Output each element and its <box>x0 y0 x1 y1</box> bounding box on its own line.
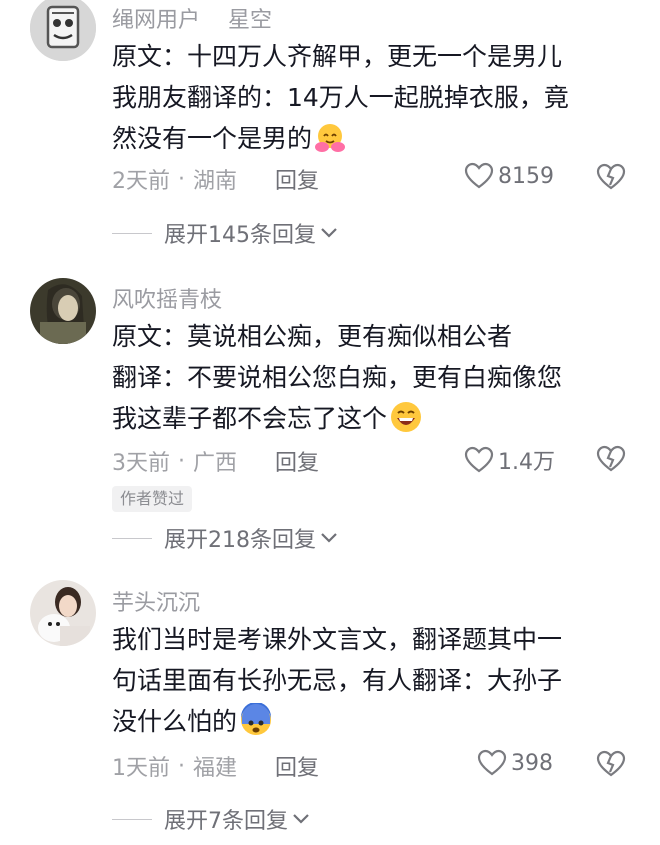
chevron-down-icon <box>321 533 337 543</box>
like-button[interactable]: 8159 <box>464 162 554 190</box>
heart-icon <box>464 446 494 473</box>
user-avatar-icon <box>30 278 96 344</box>
like-button[interactable]: 398 <box>477 749 553 777</box>
divider-dash <box>112 232 152 234</box>
hugging-face-emoji <box>314 122 346 166</box>
comment-location: 福建 <box>193 756 238 781</box>
comment-line: 我这辈子都不会忘了这个 <box>112 398 632 446</box>
avatar[interactable] <box>30 0 96 61</box>
comment-time: 2天前 <box>112 169 170 194</box>
heart-icon <box>464 162 494 189</box>
comment-line-text: 然没有一个是男的 <box>112 124 313 153</box>
expand-label: 展开145条回复 <box>164 223 316 248</box>
username-text[interactable]: 绳网用户 <box>112 8 200 33</box>
chevron-down-icon <box>321 228 337 238</box>
comment-meta: 1天前 · 福建 回复 <box>112 750 319 782</box>
reply-button[interactable]: 回复 <box>275 445 319 477</box>
comment-time: 1天前 <box>112 756 170 781</box>
separator-dot: · <box>178 166 185 192</box>
user-avatar-icon <box>30 0 96 61</box>
expand-replies-button[interactable]: 展开145条回复 <box>112 217 338 249</box>
comment-line-text: 我这辈子都不会忘了这个 <box>112 404 388 433</box>
comment-line: 没什么怕的 <box>112 701 632 749</box>
comment-line: 翻译：不要说相公您白痴，更有白痴像您 <box>112 363 563 392</box>
like-count: 8159 <box>498 163 554 189</box>
expand-label: 展开218条回复 <box>164 528 316 553</box>
author-liked-badge: 作者赞过 <box>112 486 193 512</box>
avatar[interactable] <box>30 278 96 344</box>
dislike-button[interactable] <box>596 445 626 477</box>
separator-dot: · <box>178 753 185 779</box>
expand-replies-button[interactable]: 展开218条回复 <box>112 522 338 554</box>
chevron-down-icon <box>293 814 309 824</box>
comment-line: 我朋友翻译的：14万人一起脱掉衣服，竟 <box>112 83 569 112</box>
comment-line: 原文：莫说相公痴，更有痴似相公者 <box>112 322 513 351</box>
comment-line: 我们当时是考课外文言文，翻译题其中一 <box>112 625 563 654</box>
expand-replies-button[interactable]: 展开7条回复 <box>112 803 310 835</box>
username[interactable]: 芋头沉沉 <box>112 585 200 617</box>
comment-text: 原文：十四万人齐解甲，更无一个是男儿 我朋友翻译的：14万人一起脱掉衣服，竟 然… <box>112 36 632 166</box>
heart-icon <box>477 749 507 776</box>
comment-line: 然没有一个是男的 <box>112 118 632 166</box>
user-avatar-icon <box>30 580 96 646</box>
comment-line-text: 没什么怕的 <box>112 707 238 736</box>
divider-dash <box>112 818 152 820</box>
like-button[interactable]: 1.4万 <box>464 444 555 476</box>
comment-meta: 2天前 · 湖南 回复 <box>112 163 319 195</box>
username[interactable]: 绳网用户 星空 <box>112 2 272 34</box>
like-count: 398 <box>511 750 553 776</box>
divider-dash <box>112 537 152 539</box>
comment-line: 句话里面有长孙无忌，有人翻译：大孙子 <box>112 666 563 695</box>
username[interactable]: 风吹摇青枝 <box>112 282 222 314</box>
like-count: 1.4万 <box>498 450 555 475</box>
reply-button[interactable]: 回复 <box>275 750 319 782</box>
reply-button[interactable]: 回复 <box>275 163 319 195</box>
avatar[interactable] <box>30 580 96 646</box>
user-tag: 星空 <box>228 8 273 33</box>
broken-heart-icon <box>596 445 626 472</box>
comment-line: 原文：十四万人齐解甲，更无一个是男儿 <box>112 42 563 71</box>
dislike-button[interactable] <box>596 163 626 195</box>
comment-text: 原文：莫说相公痴，更有痴似相公者 翻译：不要说相公您白痴，更有白痴像您 我这辈子… <box>112 316 632 446</box>
broken-heart-icon <box>596 163 626 190</box>
comment-location: 广西 <box>193 451 238 476</box>
expand-label: 展开7条回复 <box>164 809 288 834</box>
comment-location: 湖南 <box>193 169 238 194</box>
comment-meta: 3天前 · 广西 回复 <box>112 445 319 477</box>
comment-text: 我们当时是考课外文言文，翻译题其中一 句话里面有长孙无忌，有人翻译：大孙子 没什… <box>112 619 632 749</box>
grinning-face-emoji <box>389 400 423 446</box>
fearful-face-emoji <box>239 702 273 749</box>
separator-dot: · <box>178 448 185 474</box>
dislike-button[interactable] <box>596 750 626 782</box>
comment-time: 3天前 <box>112 451 170 476</box>
broken-heart-icon <box>596 750 626 777</box>
